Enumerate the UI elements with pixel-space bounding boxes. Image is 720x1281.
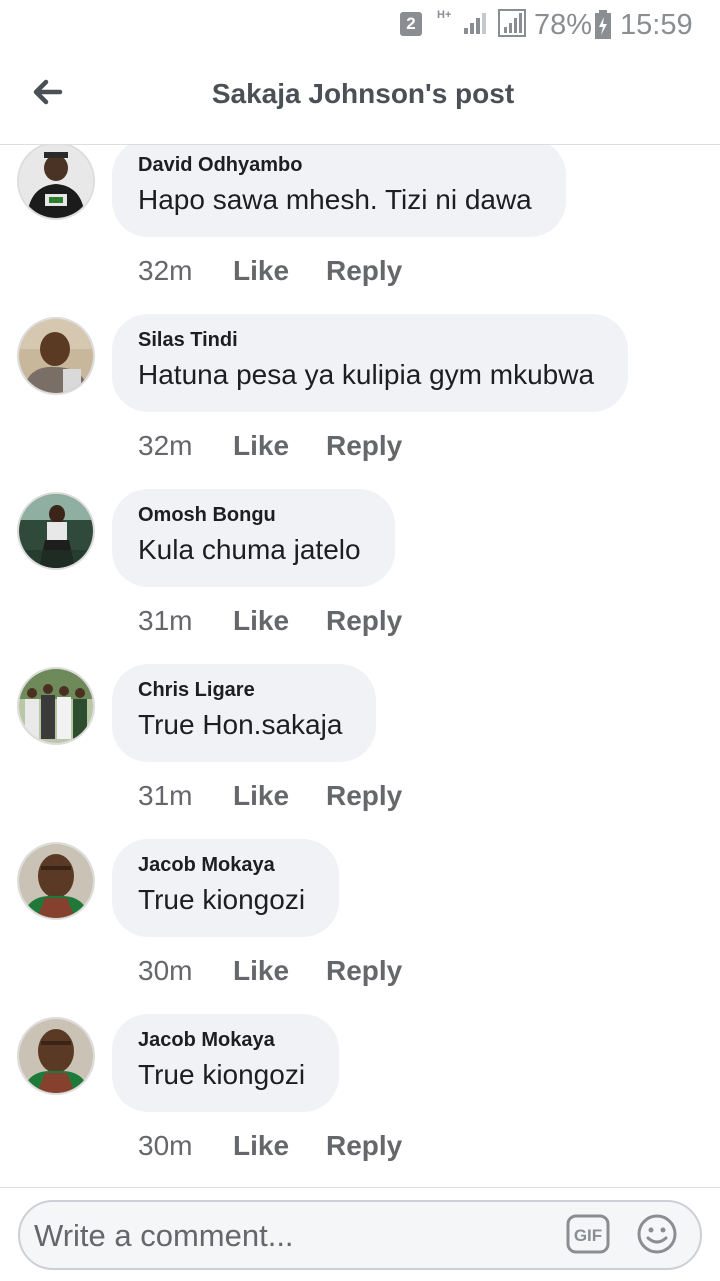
- comment-author[interactable]: David Odhyambo: [138, 153, 532, 177]
- comment-time: 31m: [138, 780, 193, 811]
- comment-text: Hapo sawa mhesh. Tizi ni dawa: [138, 184, 532, 215]
- sim-badge: 2: [400, 12, 422, 36]
- comment-text: True kiongozi: [138, 884, 306, 915]
- battery-level: 78%: [534, 9, 593, 41]
- like-button[interactable]: Like: [233, 778, 289, 814]
- avatar[interactable]: [17, 842, 95, 920]
- comment-time: 30m: [138, 955, 193, 986]
- comment-time: 32m: [138, 255, 193, 286]
- comment-time: 31m: [138, 605, 193, 636]
- avatar[interactable]: [17, 1017, 95, 1095]
- avatar[interactable]: [17, 317, 95, 395]
- like-button[interactable]: Like: [233, 253, 289, 289]
- comment-author[interactable]: Jacob Mokaya: [138, 1028, 305, 1052]
- comment-list[interactable]: David Odhyambo Hapo sawa mhesh. Tizi ni …: [0, 145, 720, 1185]
- page-title: Sakaja Johnson's post: [211, 78, 515, 109]
- comment-input[interactable]: Write a comment... GIF: [18, 1200, 702, 1270]
- avatar[interactable]: [17, 145, 95, 220]
- comment-bubble: David Odhyambo Hapo sawa mhesh. Tizi ni …: [112, 145, 566, 237]
- reply-button[interactable]: Reply: [326, 428, 402, 464]
- comment-bubble: Chris Ligare True Hon.sakaja: [112, 664, 377, 762]
- comment-author[interactable]: Silas Tindi: [138, 328, 594, 352]
- like-button[interactable]: Like: [233, 603, 289, 639]
- avatar-image: [19, 1019, 93, 1093]
- comment-author[interactable]: Omosh Bongu: [138, 503, 361, 527]
- reply-button[interactable]: Reply: [326, 603, 402, 639]
- signal-icon: [464, 13, 486, 34]
- comment-item: Chris Ligare True Hon.sakaja 31m Like Re…: [0, 664, 720, 845]
- status-bar: 2 H+ 78% 15:59: [0, 0, 720, 50]
- avatar-image: [19, 669, 93, 743]
- reply-button[interactable]: Reply: [326, 953, 402, 989]
- like-button[interactable]: Like: [233, 1128, 289, 1164]
- comment-item: Omosh Bongu Kula chuma jatelo 31m Like R…: [0, 489, 720, 670]
- avatar-image: [19, 145, 93, 218]
- comment-text: True Hon.sakaja: [138, 709, 343, 740]
- comment-text: True kiongozi: [138, 1059, 306, 1090]
- comment-bubble: Jacob Mokaya True kiongozi: [112, 839, 340, 937]
- comment-bubble: Jacob Mokaya True kiongozi: [112, 1014, 340, 1112]
- emoji-button[interactable]: [636, 1213, 678, 1255]
- post-header: Sakaja Johnson's post: [0, 50, 720, 145]
- clock: 15:59: [620, 9, 693, 41]
- signal-icon-2: [498, 9, 526, 37]
- comment-time: 30m: [138, 1130, 193, 1161]
- gif-label: GIF: [574, 1226, 602, 1245]
- avatar[interactable]: [17, 492, 95, 570]
- comment-item: David Odhyambo Hapo sawa mhesh. Tizi ni …: [0, 145, 720, 320]
- reply-button[interactable]: Reply: [326, 253, 402, 289]
- gif-button[interactable]: GIF: [566, 1212, 610, 1256]
- comment-item: Jacob Mokaya True kiongozi 30m Like Repl…: [0, 839, 720, 1020]
- comment-author[interactable]: Chris Ligare: [138, 678, 342, 702]
- avatar-image: [19, 494, 93, 568]
- avatar-image: [19, 844, 93, 918]
- network-type: H+: [437, 9, 452, 21]
- comment-text: Kula chuma jatelo: [138, 534, 361, 565]
- comment-item: Jacob Mokaya True kiongozi 30m Like Repl…: [0, 1014, 720, 1185]
- battery-charging-icon: [595, 10, 611, 39]
- like-button[interactable]: Like: [233, 953, 289, 989]
- comment-bubble: Silas Tindi Hatuna pesa ya kulipia gym m…: [112, 314, 629, 412]
- reply-button[interactable]: Reply: [326, 778, 402, 814]
- smiley-icon: [637, 1214, 677, 1254]
- avatar[interactable]: [17, 667, 95, 745]
- avatar-image: [19, 319, 93, 393]
- comment-time: 32m: [138, 430, 193, 461]
- comment-author[interactable]: Jacob Mokaya: [138, 853, 305, 877]
- like-button[interactable]: Like: [233, 428, 289, 464]
- comment-text: Hatuna pesa ya kulipia gym mkubwa: [138, 359, 595, 390]
- reply-button[interactable]: Reply: [326, 1128, 402, 1164]
- comment-composer: Write a comment... GIF: [0, 1187, 720, 1281]
- gif-icon: GIF: [566, 1214, 610, 1254]
- comment-bubble: Omosh Bongu Kula chuma jatelo: [112, 489, 395, 587]
- comment-item: Silas Tindi Hatuna pesa ya kulipia gym m…: [0, 314, 720, 495]
- comment-placeholder: Write a comment...: [34, 1218, 294, 1253]
